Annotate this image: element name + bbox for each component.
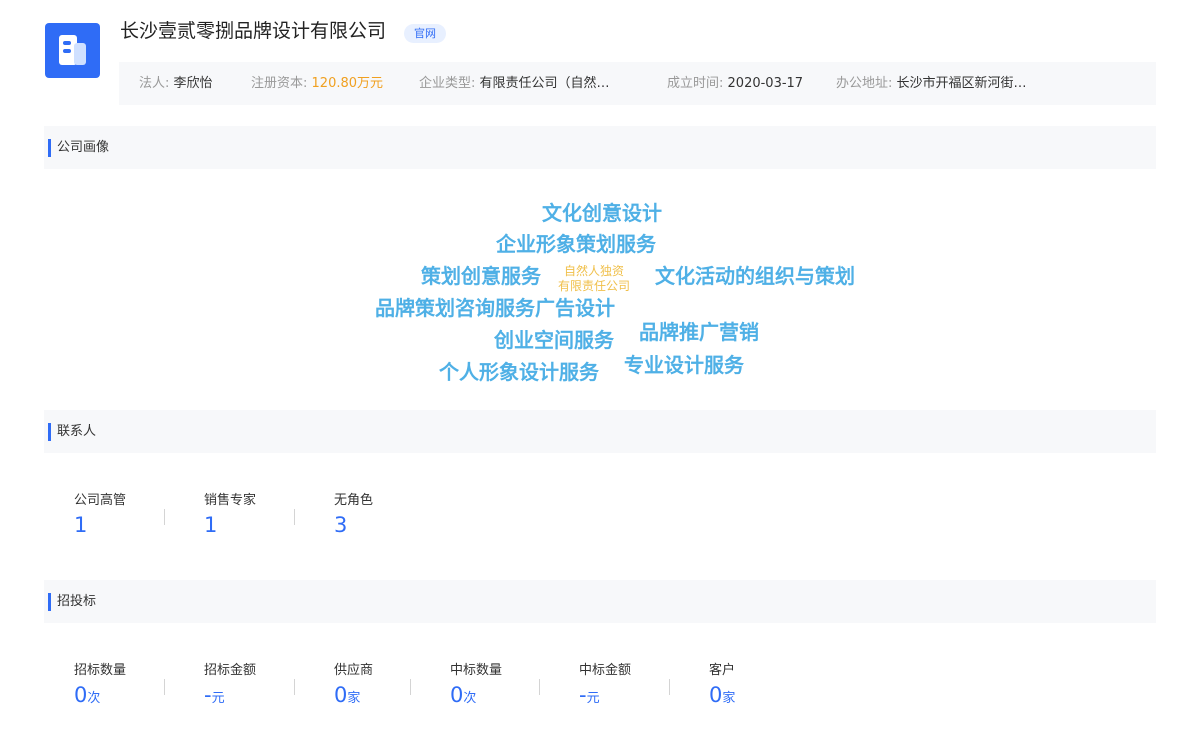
info-label: 法人: [139,76,170,91]
stat-label: 中标金额 [579,663,632,678]
divider [294,679,295,695]
info-legal-person: 法人: 李欣怡 [139,62,213,105]
stat-label: 招标数量 [74,663,127,678]
divider [164,679,165,695]
company-profile-page: 长沙壹贰零捌品牌设计有限公司 官网 法人: 李欣怡 注册资本: 120.80万元… [0,0,1200,752]
section-marker [48,593,51,611]
word-cloud-tag: 个人形象设计服务 [439,360,599,384]
stat-winning-amount[interactable]: 中标金额 -元 [579,663,631,711]
stat-value: 1 [204,513,218,537]
section-marker [48,423,51,441]
section-title: 招投标 [57,594,97,609]
section-marker [48,139,51,157]
section-header-bidding: 招投标 [44,580,1156,623]
stat-tender-amount[interactable]: 招标金额 -元 [204,663,256,711]
stat-label: 销售专家 [204,493,257,508]
stat-unit: 元 [586,691,600,706]
word-cloud-tag: 文化创意设计 [542,201,662,225]
stat-number: 0 [334,683,348,707]
section-header-contacts: 联系人 [44,410,1156,453]
company-type-tag-line: 有限责任公司 [558,279,631,293]
word-cloud-tag: 企业形象策划服务 [496,232,656,256]
official-website-tag[interactable]: 官网 [404,24,446,43]
divider [410,679,411,695]
stat-label: 招标金额 [204,663,257,678]
info-established-date: 成立时间: 2020-03-17 [667,62,803,105]
info-value: 有限责任公司（自然… [479,76,610,91]
info-office-address: 办公地址: 长沙市开福区新河街… [836,62,1027,105]
stat-label: 中标数量 [450,663,503,678]
stat-value: -元 [579,683,631,711]
divider [294,509,295,525]
word-cloud-tag: 品牌推广营销 [639,320,759,344]
stat-sales-experts[interactable]: 销售专家 1 [204,493,256,537]
stat-label: 供应商 [334,663,374,678]
stat-tender-count[interactable]: 招标数量 0次 [74,663,126,711]
info-label: 注册资本: [251,76,308,91]
word-cloud-tag: 专业设计服务 [624,353,744,377]
stat-unit: 次 [463,691,477,706]
stat-executives[interactable]: 公司高管 1 [74,493,126,537]
stat-unit: 次 [87,691,101,706]
stat-winning-count[interactable]: 中标数量 0次 [450,663,502,711]
info-value: 长沙市开福区新河街… [896,76,1027,91]
stat-number: 0 [74,683,88,707]
info-label: 成立时间: [667,76,724,91]
stat-label: 客户 [709,663,736,678]
stat-value: 3 [334,513,348,537]
word-cloud-tag: 创业空间服务 [494,328,614,352]
stat-number: 0 [709,683,723,707]
stat-unit: 家 [722,691,736,706]
section-title: 联系人 [57,424,97,439]
word-cloud-tag: 品牌策划咨询服务广告设计 [375,296,615,320]
stat-value: 0次 [74,683,126,711]
building-icon [45,23,100,78]
company-type-tag: 自然人独资 有限责任公司 [558,264,630,294]
stat-customers[interactable]: 客户 0家 [709,663,735,711]
stat-value: 0家 [334,683,373,711]
info-value: 李欣怡 [173,76,213,91]
stat-suppliers[interactable]: 供应商 0家 [334,663,373,711]
company-info-bar: 法人: 李欣怡 注册资本: 120.80万元 企业类型: 有限责任公司（自然… … [119,62,1156,105]
section-title: 公司画像 [57,140,110,155]
stat-unit: 元 [211,691,225,706]
stat-value: 0次 [450,683,502,711]
stat-label: 公司高管 [74,493,127,508]
divider [669,679,670,695]
company-name: 长沙壹贰零捌品牌设计有限公司 [120,20,387,42]
info-label: 办公地址: [836,76,893,91]
info-registered-capital: 注册资本: 120.80万元 [251,62,383,105]
word-cloud: 文化创意设计 企业形象策划服务 策划创意服务 自然人独资 有限责任公司 文化活动… [0,170,1200,405]
stat-value: -元 [204,683,256,711]
company-type-tag-line: 自然人独资 [564,264,625,278]
stat-number: - [204,683,212,707]
word-cloud-tag: 文化活动的组织与策划 [655,264,855,288]
info-label: 企业类型: [419,76,476,91]
divider [539,679,540,695]
stat-value: 0家 [709,683,735,711]
stat-value: 1 [74,513,88,537]
word-cloud-tag: 策划创意服务 [421,264,541,288]
stat-label: 无角色 [334,493,374,508]
stat-number: - [579,683,587,707]
stat-no-role[interactable]: 无角色 3 [334,493,373,537]
stat-number: 0 [450,683,464,707]
stat-unit: 家 [347,691,361,706]
info-value: 2020-03-17 [727,76,804,91]
section-header-portrait: 公司画像 [44,126,1156,169]
info-value: 120.80万元 [311,76,384,91]
info-company-type: 企业类型: 有限责任公司（自然… [419,62,610,105]
divider [164,509,165,525]
